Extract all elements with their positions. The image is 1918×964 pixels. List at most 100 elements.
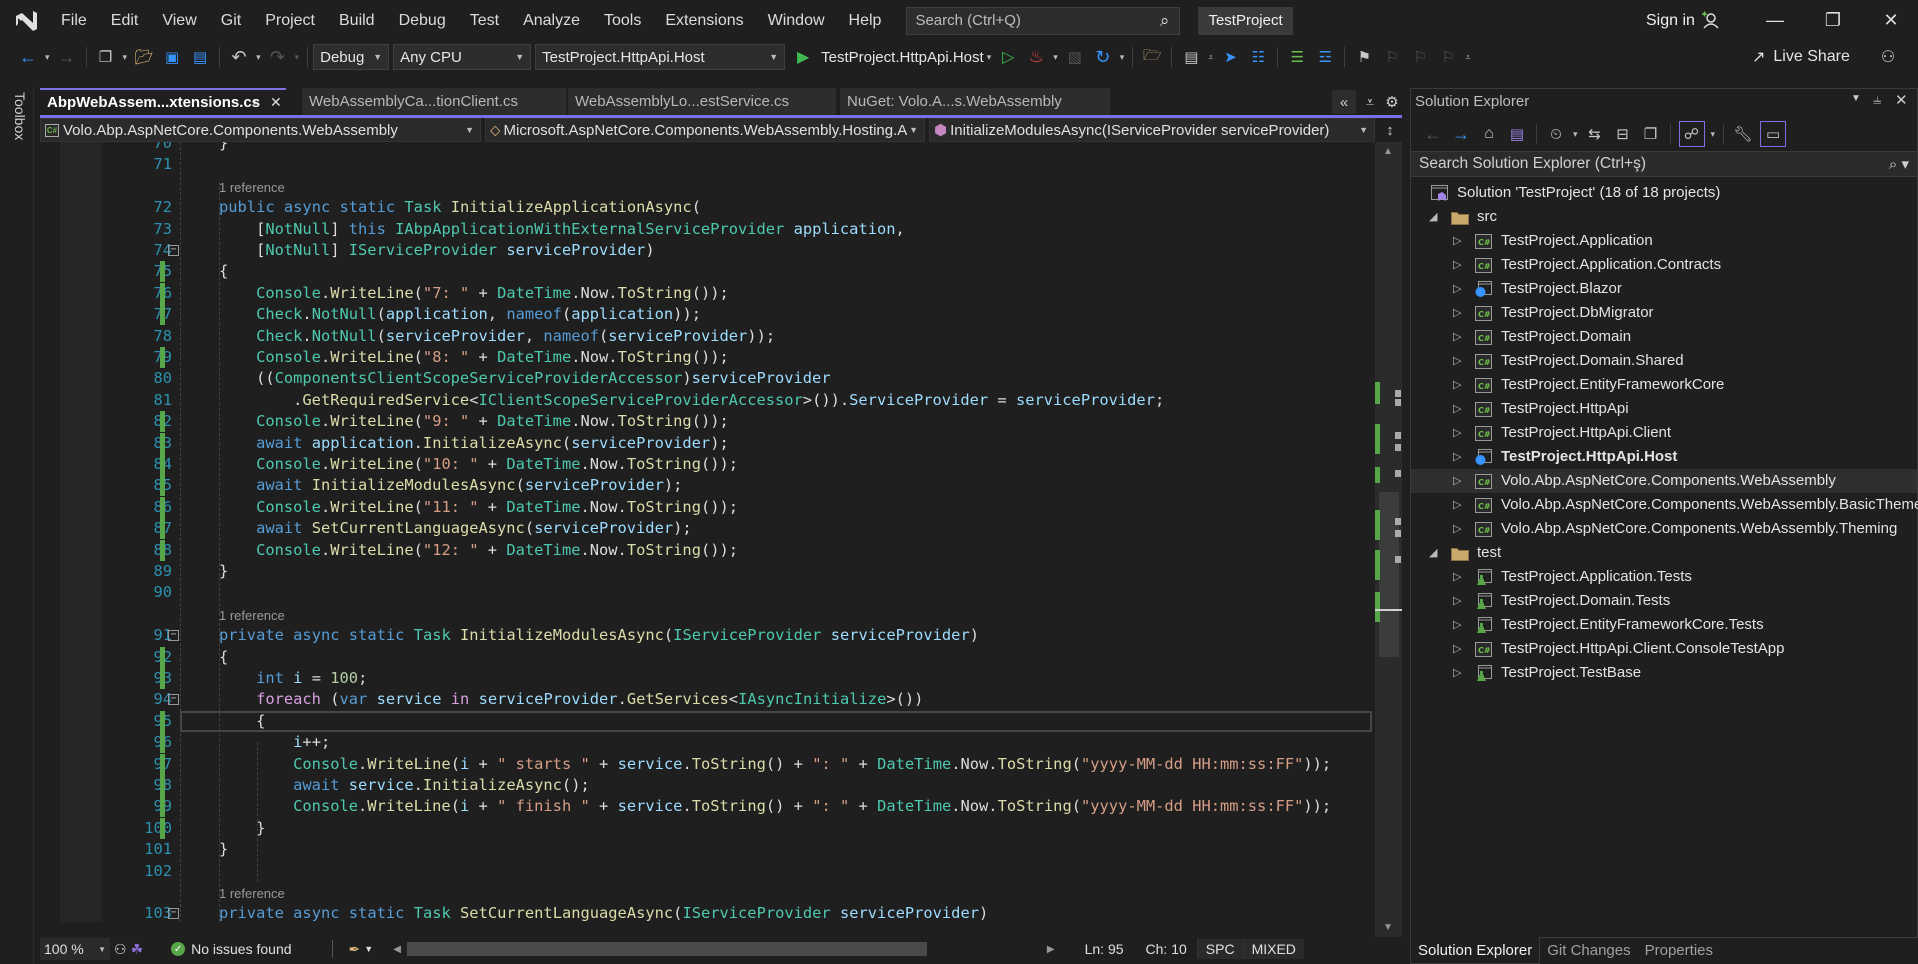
codelens-references[interactable]: 1 reference bbox=[219, 882, 285, 903]
menu-test[interactable]: Test bbox=[459, 0, 512, 41]
run-target-button[interactable]: TestProject.HttpApi.Host bbox=[821, 49, 984, 66]
menu-window[interactable]: Window bbox=[757, 0, 838, 41]
restore-button[interactable]: ❐ bbox=[1810, 0, 1856, 41]
properties-wrench-icon[interactable]: 🔧︎ bbox=[1732, 123, 1754, 145]
menu-project[interactable]: Project bbox=[254, 0, 328, 41]
pending-changes-dropdown[interactable]: ▾ bbox=[1573, 129, 1578, 140]
platform-select[interactable]: Any CPU ▼ bbox=[393, 44, 532, 70]
preview-selected-items-icon[interactable]: ▭ bbox=[1760, 121, 1787, 147]
editor-vertical-scrollbar[interactable]: ▲ ▼ bbox=[1375, 142, 1402, 937]
project-node[interactable]: ▷ C# Volo.Abp.AspNetCore.Components.WebAss… bbox=[1411, 493, 1918, 517]
column-number-status[interactable]: Ch: 10 bbox=[1146, 941, 1187, 957]
collapse-region-icon[interactable]: − bbox=[168, 245, 179, 256]
close-tab-icon[interactable]: ✕ bbox=[270, 90, 282, 115]
scroll-right-arrow-icon[interactable]: ▶ bbox=[1047, 944, 1055, 955]
sync-with-document-icon[interactable]: ⇆ bbox=[1584, 123, 1606, 145]
save-icon[interactable]: ▣ bbox=[161, 46, 183, 68]
tab-list-overflow-icon[interactable]: « bbox=[1332, 90, 1356, 114]
solution-node[interactable]: Solution 'TestProject' (18 of 18 project… bbox=[1411, 181, 1917, 205]
forward-icon[interactable]: → bbox=[1450, 123, 1472, 145]
show-all-files-icon[interactable]: ❐ bbox=[1640, 123, 1662, 145]
feedback-icon[interactable]: ⚇ bbox=[1877, 46, 1899, 68]
view-hierarchy-icon[interactable]: ☍ bbox=[1678, 121, 1705, 147]
switch-views-icon[interactable]: ▤ bbox=[1506, 123, 1528, 145]
menu-tools[interactable]: Tools bbox=[593, 0, 654, 41]
browser-link-icon[interactable]: ▤ bbox=[1180, 46, 1202, 68]
expand-arrow-icon[interactable]: ▷ bbox=[1453, 469, 1461, 493]
project-node[interactable]: ▷ C# TestProject.HttpApi bbox=[1411, 397, 1917, 421]
code-line[interactable]: 100 } bbox=[40, 817, 1380, 839]
menu-build[interactable]: Build bbox=[328, 0, 388, 41]
code-line[interactable]: 75{ bbox=[40, 261, 1380, 283]
collapse-arrow-icon[interactable]: ◢ bbox=[1429, 541, 1437, 565]
new-project-dropdown[interactable]: ▾ bbox=[123, 52, 128, 63]
project-node[interactable]: ▷ C# TestProject.Application bbox=[1411, 229, 1917, 253]
expand-arrow-icon[interactable]: ▷ bbox=[1453, 325, 1461, 349]
new-project-icon[interactable]: ❐ bbox=[95, 46, 117, 68]
expand-arrow-icon[interactable]: ▷ bbox=[1453, 373, 1461, 397]
code-line[interactable]: 71 bbox=[40, 154, 1380, 175]
expand-arrow-icon[interactable]: ▷ bbox=[1453, 301, 1461, 325]
collapse-region-icon[interactable]: − bbox=[168, 694, 179, 706]
code-line[interactable]: 88 Console.WriteLine("12: " + DateTime.N… bbox=[40, 539, 1380, 561]
project-node[interactable]: ▷ C# TestProject.Domain.Shared bbox=[1411, 349, 1917, 373]
code-line[interactable]: 90 bbox=[40, 582, 1380, 603]
code-line[interactable]: 79 Console.WriteLine("8: " + DateTime.No… bbox=[40, 347, 1380, 368]
code-line[interactable]: 83 await application.InitializeAsync(ser… bbox=[40, 432, 1380, 454]
pin-icon[interactable]: ⫨ bbox=[252, 90, 259, 115]
code-editor[interactable]: 70} 71 1 reference 72 public async static Ta… bbox=[40, 142, 1380, 922]
add-account-icon[interactable] bbox=[1700, 10, 1720, 30]
project-node[interactable]: ▷ TestProject.EntityFrameworkCore.Tests bbox=[1411, 613, 1917, 637]
project-node[interactable]: ▷ TestProject.TestBase bbox=[1411, 661, 1917, 685]
global-search-input[interactable]: Search (Ctrl+Q) ⌕ bbox=[906, 6, 1181, 35]
expand-arrow-icon[interactable]: ▷ bbox=[1453, 349, 1461, 373]
code-line[interactable]: 70} bbox=[40, 142, 1380, 154]
hot-reload-dropdown[interactable]: ▾ bbox=[1053, 52, 1058, 63]
scroll-thumb[interactable] bbox=[1379, 492, 1399, 657]
expand-arrow-icon[interactable]: ▷ bbox=[1453, 277, 1461, 301]
expand-arrow-icon[interactable]: ▷ bbox=[1453, 253, 1461, 277]
code-line[interactable]: 103− private async static Task SetCurrent… bbox=[40, 903, 1380, 922]
code-line[interactable]: 73 [NotNull] this IAbpApplicationWithExt… bbox=[40, 219, 1380, 240]
save-all-icon[interactable]: ▤ bbox=[189, 46, 211, 68]
uncomment-lines-icon[interactable]: ☲ bbox=[1314, 46, 1336, 68]
codelens-references[interactable]: 1 reference bbox=[219, 604, 285, 625]
minimize-button[interactable]: — bbox=[1752, 0, 1798, 41]
project-node[interactable]: ▷ TestProject.HttpApi.Host bbox=[1411, 445, 1917, 469]
expand-arrow-icon[interactable]: ▷ bbox=[1453, 517, 1461, 541]
select-element-icon[interactable]: ➤ bbox=[1219, 46, 1241, 68]
menu-file[interactable]: File bbox=[50, 0, 100, 41]
collapse-arrow-icon[interactable]: ◢ bbox=[1429, 205, 1437, 229]
expand-arrow-icon[interactable]: ▷ bbox=[1453, 229, 1461, 253]
code-line[interactable]: 99 Console.WriteLine(i + " finish " + se… bbox=[40, 796, 1380, 818]
tab-git-changes[interactable]: Git Changes bbox=[1540, 937, 1637, 964]
project-node[interactable]: ▷ C# TestProject.Application.Contracts bbox=[1411, 253, 1917, 277]
back-icon[interactable]: ← bbox=[1422, 123, 1444, 145]
line-number-status[interactable]: Ln: 95 bbox=[1085, 941, 1124, 957]
project-node[interactable]: ▷ C# TestProject.DbMigrator bbox=[1411, 301, 1917, 325]
tab-properties[interactable]: Properties bbox=[1638, 937, 1720, 964]
line-endings-status[interactable]: MIXED bbox=[1242, 939, 1304, 959]
scroll-up-arrow-icon[interactable]: ▲ bbox=[1383, 146, 1393, 157]
tab-webassemblycachedapplicationclient[interactable]: WebAssemblyCa...tionClient.cs bbox=[302, 88, 566, 116]
code-line[interactable]: 96 i++; bbox=[40, 732, 1380, 754]
project-node[interactable]: ▷ C# Volo.Abp.AspNetCore.Components.WebAss… bbox=[1411, 517, 1917, 541]
expand-arrow-icon[interactable]: ▷ bbox=[1453, 421, 1461, 445]
split-editor-icon[interactable]: ↕ bbox=[1379, 118, 1401, 142]
menu-edit[interactable]: Edit bbox=[100, 0, 152, 41]
redo-dropdown[interactable]: ▾ bbox=[295, 52, 300, 63]
undo-dropdown[interactable]: ▾ bbox=[256, 52, 261, 63]
project-node[interactable]: ▷ TestProject.Application.Tests bbox=[1411, 565, 1917, 589]
refresh-dropdown[interactable]: ▾ bbox=[1120, 52, 1125, 63]
menu-extensions[interactable]: Extensions bbox=[654, 0, 756, 41]
code-line[interactable]: 89} bbox=[40, 561, 1380, 582]
collapse-region-icon[interactable]: − bbox=[168, 908, 179, 920]
expand-arrow-icon[interactable]: ▷ bbox=[1453, 661, 1461, 685]
member-scope-select[interactable]: ⬢ InitializeModulesAsync(IServiceProvide… bbox=[929, 118, 1375, 142]
project-node[interactable]: ▷ C# TestProject.EntityFrameworkCore bbox=[1411, 373, 1917, 397]
redo-icon[interactable]: ↷ bbox=[267, 46, 289, 68]
tab-webassemblylookupservice[interactable]: WebAssemblyLo...estService.cs bbox=[568, 88, 836, 116]
browser-link-dropdown[interactable]: ⩡ bbox=[1208, 52, 1213, 63]
start-debugging-icon[interactable]: ▶ bbox=[792, 46, 814, 68]
tab-nuget-volo-webassembly[interactable]: NuGet: Volo.A...s.WebAssembly bbox=[840, 88, 1110, 116]
